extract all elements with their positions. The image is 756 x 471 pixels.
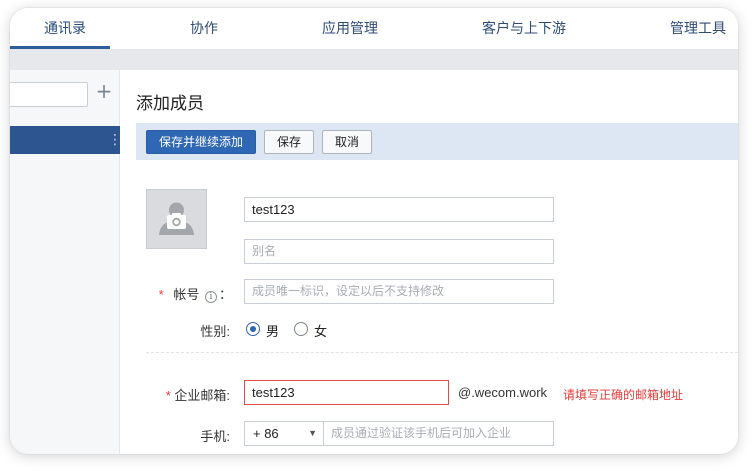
tab-app-management[interactable]: 应用管理: [322, 8, 378, 50]
tab-contacts[interactable]: 通讯录: [44, 8, 86, 50]
gender-female-label[interactable]: 女: [314, 321, 327, 340]
tab-management-tools[interactable]: 管理工具: [670, 8, 726, 50]
account-label-colon: ：: [218, 287, 232, 302]
required-mark: *: [158, 287, 164, 302]
gender-male-label[interactable]: 男: [266, 321, 279, 340]
vertical-dots-icon[interactable]: ⋮: [108, 132, 122, 148]
header-band: [10, 50, 738, 70]
main-panel: 添加成员 保存并继续添加 保存 取消 test123 别名 * 帐号 i： 成员…: [120, 70, 738, 454]
plus-icon[interactable]: +: [94, 79, 114, 104]
cancel-button[interactable]: 取消: [322, 130, 372, 154]
email-error-text: 请填写正确的邮箱地址: [563, 388, 684, 402]
page-title: 添加成员: [136, 94, 204, 113]
name-input[interactable]: test123: [244, 197, 554, 222]
email-label: * 企业邮箱:: [154, 385, 230, 404]
avatar-upload[interactable]: [146, 189, 207, 249]
save-and-continue-button[interactable]: 保存并继续添加: [146, 130, 256, 154]
action-toolbar: 保存并继续添加 保存 取消: [136, 123, 738, 160]
gender-female-radio[interactable]: [294, 322, 308, 336]
account-input[interactable]: 成员唯一标识，设定以后不支持修改: [244, 279, 554, 304]
sidebar-item-selected[interactable]: ⋮: [10, 126, 122, 154]
active-tab-indicator: [10, 46, 110, 49]
email-domain: @.wecom.work: [458, 385, 548, 400]
top-nav: 通讯录 协作 应用管理 客户与上下游 管理工具: [10, 8, 738, 50]
country-code-select[interactable]: + 86 ▼: [244, 421, 324, 446]
required-mark: *: [165, 388, 171, 403]
gender-male-radio[interactable]: [246, 322, 260, 336]
country-code-value: + 86: [253, 426, 279, 441]
department-search-input[interactable]: [10, 82, 88, 107]
section-divider: [146, 352, 738, 353]
save-button[interactable]: 保存: [264, 130, 314, 154]
email-label-text: 企业邮箱:: [174, 388, 230, 403]
account-label: * 帐号 i：: [158, 284, 232, 303]
tab-customers[interactable]: 客户与上下游: [482, 8, 566, 50]
phone-input[interactable]: 成员通过验证该手机后可加入企业: [323, 421, 554, 446]
phone-label: 手机:: [200, 429, 230, 444]
caret-down-icon: ▼: [308, 428, 317, 438]
user-avatar-icon: [159, 202, 194, 235]
info-icon[interactable]: i: [204, 291, 217, 303]
app-window: 通讯录 协作 应用管理 客户与上下游 管理工具 + ⋮ 添加成员 保存并继续添加…: [10, 8, 738, 454]
alias-input[interactable]: 别名: [244, 239, 554, 264]
sidebar: + ⋮: [10, 70, 122, 454]
email-input[interactable]: test123: [244, 380, 449, 405]
account-label-text: 帐号: [173, 287, 200, 302]
tab-collaboration[interactable]: 协作: [190, 8, 218, 50]
gender-label: 性别:: [200, 324, 230, 339]
